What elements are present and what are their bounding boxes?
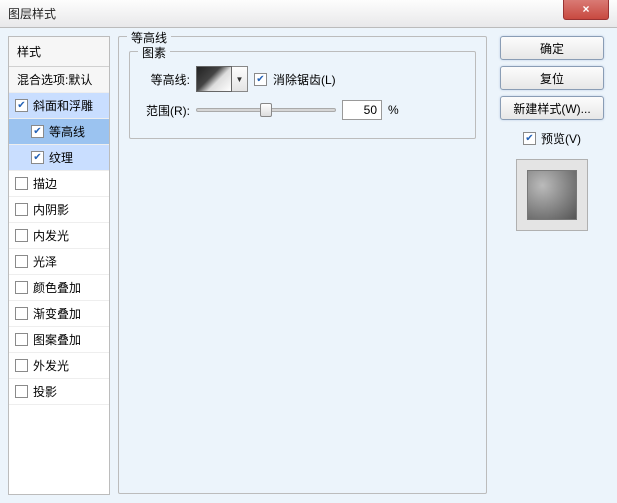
styles-panel: 样式 混合选项:默认 斜面和浮雕等高线纹理描边内阴影内发光光泽颜色叠加渐变叠加图… (8, 36, 110, 495)
elements-subgroup-label: 图素 (138, 44, 170, 61)
style-checkbox[interactable] (15, 255, 28, 268)
style-item-0[interactable]: 斜面和浮雕 (9, 93, 109, 119)
style-item-9[interactable]: 图案叠加 (9, 327, 109, 353)
range-input[interactable] (342, 100, 382, 120)
blending-label: 混合选项:默认 (17, 71, 92, 88)
style-checkbox[interactable] (15, 229, 28, 242)
ok-button[interactable]: 确定 (500, 36, 604, 60)
style-item-3[interactable]: 描边 (9, 171, 109, 197)
style-label: 渐变叠加 (33, 305, 81, 322)
preview-label: 预览(V) (541, 130, 581, 147)
style-label: 外发光 (33, 357, 69, 374)
style-item-8[interactable]: 渐变叠加 (9, 301, 109, 327)
style-label: 内发光 (33, 227, 69, 244)
preview-thumbnail (527, 170, 577, 220)
main-panel: 等高线 图素 等高线: 消除锯齿(L) 范围(R): (118, 36, 487, 495)
style-label: 颜色叠加 (33, 279, 81, 296)
style-checkbox[interactable] (15, 359, 28, 372)
style-item-6[interactable]: 光泽 (9, 249, 109, 275)
style-checkbox[interactable] (31, 125, 44, 138)
range-slider[interactable] (196, 108, 336, 112)
range-unit: % (388, 103, 399, 117)
style-label: 斜面和浮雕 (33, 97, 93, 114)
contour-picker[interactable] (196, 66, 248, 92)
range-slider-thumb[interactable] (260, 103, 272, 117)
style-item-11[interactable]: 投影 (9, 379, 109, 405)
titlebar: 图层样式 × (0, 0, 617, 28)
range-label: 范围(R): (140, 102, 190, 119)
style-label: 投影 (33, 383, 57, 400)
style-item-4[interactable]: 内阴影 (9, 197, 109, 223)
blending-options-item[interactable]: 混合选项:默认 (9, 67, 109, 93)
style-checkbox[interactable] (15, 333, 28, 346)
window-title: 图层样式 (8, 5, 56, 22)
style-label: 等高线 (49, 123, 85, 140)
style-item-10[interactable]: 外发光 (9, 353, 109, 379)
chevron-down-icon[interactable] (232, 66, 248, 92)
style-checkbox[interactable] (15, 307, 28, 320)
new-style-button[interactable]: 新建样式(W)... (500, 96, 604, 120)
dialog-body: 样式 混合选项:默认 斜面和浮雕等高线纹理描边内阴影内发光光泽颜色叠加渐变叠加图… (0, 28, 617, 503)
close-icon: × (582, 2, 589, 16)
contour-row: 等高线: 消除锯齿(L) (140, 66, 465, 92)
style-label: 描边 (33, 175, 57, 192)
range-row: 范围(R): % (140, 100, 465, 120)
cancel-button[interactable]: 复位 (500, 66, 604, 90)
style-label: 图案叠加 (33, 331, 81, 348)
close-button[interactable]: × (563, 0, 609, 20)
style-item-7[interactable]: 颜色叠加 (9, 275, 109, 301)
style-checkbox[interactable] (15, 281, 28, 294)
styles-header[interactable]: 样式 (9, 37, 109, 67)
contour-label: 等高线: (140, 71, 190, 88)
preview-checkbox-row: 预览(V) (523, 130, 581, 147)
style-label: 内阴影 (33, 201, 69, 218)
style-item-2[interactable]: 纹理 (9, 145, 109, 171)
style-checkbox[interactable] (15, 99, 28, 112)
style-label: 光泽 (33, 253, 57, 270)
right-panel: 确定 复位 新建样式(W)... 预览(V) (495, 36, 609, 495)
antialias-checkbox[interactable] (254, 73, 267, 86)
style-checkbox[interactable] (15, 203, 28, 216)
antialias-label: 消除锯齿(L) (273, 71, 336, 88)
preview-box (516, 159, 588, 231)
preview-checkbox[interactable] (523, 132, 536, 145)
elements-subgroup: 图素 等高线: 消除锯齿(L) 范围(R): % (129, 51, 476, 139)
style-checkbox[interactable] (31, 151, 44, 164)
contour-group: 等高线 图素 等高线: 消除锯齿(L) 范围(R): (118, 36, 487, 494)
style-checkbox[interactable] (15, 385, 28, 398)
style-label: 纹理 (49, 149, 73, 166)
style-item-5[interactable]: 内发光 (9, 223, 109, 249)
style-item-1[interactable]: 等高线 (9, 119, 109, 145)
contour-swatch (196, 66, 232, 92)
style-checkbox[interactable] (15, 177, 28, 190)
